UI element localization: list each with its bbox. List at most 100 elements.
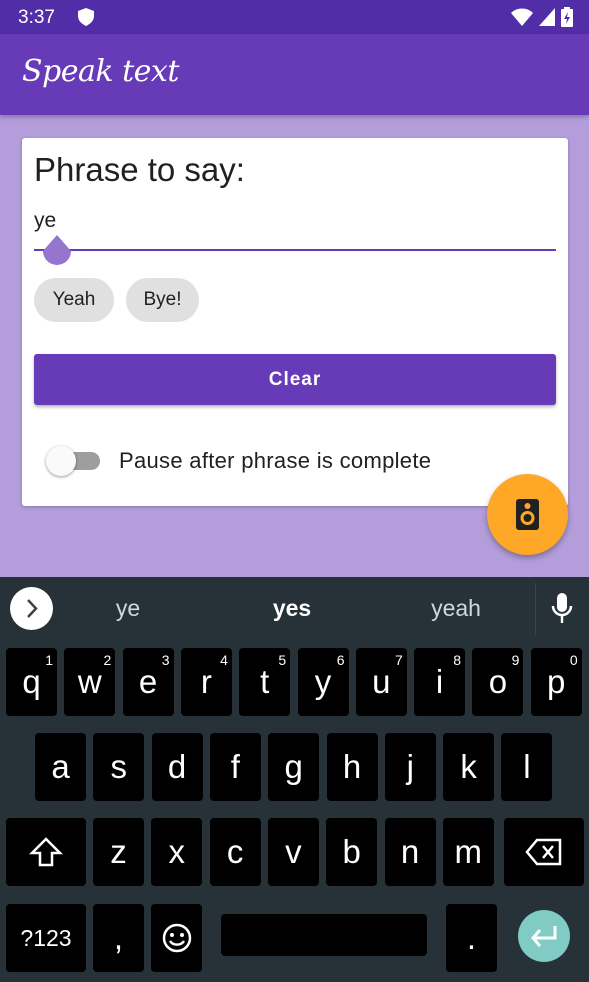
key-e[interactable]: e3: [122, 648, 174, 716]
key-i-label: i: [435, 663, 444, 700]
key-n[interactable]: n: [384, 818, 436, 886]
key-a[interactable]: a: [35, 733, 86, 801]
phrase-input[interactable]: ye: [34, 209, 56, 233]
suggestion-chip-yeah[interactable]: Yeah: [34, 278, 114, 322]
enter-arrow-icon: [531, 926, 557, 947]
key-f-label: f: [230, 748, 240, 785]
key-r[interactable]: r4: [180, 648, 232, 716]
key-r-number-hint: 4: [220, 652, 228, 668]
signal-icon: [539, 8, 555, 26]
clear-button[interactable]: Clear: [34, 354, 556, 405]
key-t-number-hint: 5: [278, 652, 287, 668]
key-q[interactable]: q1: [6, 648, 57, 716]
key-p[interactable]: p0: [530, 648, 582, 716]
key-j[interactable]: j: [384, 733, 436, 801]
key-y[interactable]: y6: [297, 648, 349, 716]
expand-arrow-button[interactable]: [10, 587, 53, 630]
key-p-number-hint: 0: [569, 652, 578, 668]
key-f[interactable]: f: [209, 733, 261, 801]
key-u[interactable]: u7: [355, 648, 407, 716]
key-b[interactable]: b: [326, 818, 378, 886]
key-p-label: p: [547, 663, 566, 700]
backspace-key[interactable]: [504, 818, 584, 886]
pause-toggle[interactable]: [46, 444, 102, 476]
key-b-label: b: [342, 833, 361, 870]
suggestion-ye[interactable]: ye: [68, 595, 188, 622]
key-u-number-hint: 7: [395, 652, 403, 668]
status-bar: 3:37: [0, 0, 589, 34]
enter-key[interactable]: [518, 910, 570, 962]
key-j-label: j: [406, 748, 414, 785]
backspace-icon: [525, 838, 562, 866]
key-n-label: n: [400, 833, 420, 870]
toggle-thumb: [46, 446, 76, 476]
suggestion-yes[interactable]: yes: [232, 595, 352, 622]
key-c[interactable]: c: [209, 818, 261, 886]
key-h-label: h: [342, 748, 362, 785]
key-q-label: q: [22, 663, 41, 700]
key-s-label: s: [110, 748, 128, 785]
key-d-label: d: [167, 748, 187, 785]
emoji-icon: [162, 923, 191, 953]
key-o-label: o: [488, 663, 508, 700]
key-h[interactable]: h: [326, 733, 378, 801]
period-key[interactable]: .: [446, 904, 497, 972]
key-k-label: k: [460, 748, 477, 785]
battery-icon: [561, 7, 573, 27]
microphone-icon[interactable]: [550, 593, 574, 625]
key-l-label: l: [523, 748, 531, 785]
shift-key[interactable]: [6, 818, 86, 886]
app-bar: Speak text: [0, 34, 589, 115]
key-w-label: w: [77, 663, 102, 700]
key-i-number-hint: 8: [453, 652, 462, 668]
suggestion-chip-bye[interactable]: Bye!: [126, 278, 199, 322]
wifi-icon: [511, 8, 533, 26]
shift-icon: [28, 837, 64, 867]
key-y-label: y: [314, 663, 332, 700]
key-x[interactable]: x: [151, 818, 203, 886]
emoji-key[interactable]: [151, 904, 202, 972]
speaker-icon: [516, 499, 539, 530]
key-z[interactable]: z: [93, 818, 144, 886]
key-q-number-hint: 1: [45, 652, 53, 668]
comma-key[interactable]: ,: [93, 904, 144, 972]
text-cursor-handle[interactable]: [41, 235, 73, 271]
suggestion-divider: [535, 583, 536, 635]
key-m[interactable]: m: [442, 818, 494, 886]
key-w[interactable]: w2: [64, 648, 116, 716]
input-underline: [34, 249, 556, 251]
key-a-label: a: [51, 748, 70, 785]
key-g[interactable]: g: [268, 733, 320, 801]
shield-icon: [78, 8, 94, 26]
phrase-card: Phrase to say: ye Yeah Bye! Clear Pause …: [22, 138, 568, 506]
key-m-label: m: [454, 833, 483, 870]
suggestion-yeah[interactable]: yeah: [396, 595, 516, 622]
key-i[interactable]: i8: [414, 648, 466, 716]
status-time: 3:37: [18, 7, 55, 28]
key-u-label: u: [372, 663, 391, 700]
key-o[interactable]: o9: [472, 648, 524, 716]
key-k[interactable]: k: [443, 733, 495, 801]
card-title: Phrase to say:: [34, 151, 245, 188]
key-g-label: g: [284, 748, 303, 785]
symbols-key[interactable]: ?123: [6, 904, 86, 972]
key-c-label: c: [226, 833, 244, 870]
soft-keyboard: ye yes yeah ?123 , . q1w2e3r4t5y6u7i8o9p…: [0, 577, 589, 982]
key-t-label: t: [260, 663, 270, 700]
pause-toggle-label: Pause after phrase is complete: [119, 448, 432, 473]
key-s[interactable]: s: [93, 733, 145, 801]
key-v-label: v: [285, 833, 302, 870]
key-o-number-hint: 9: [511, 652, 520, 668]
key-l[interactable]: l: [501, 733, 553, 801]
key-t[interactable]: t5: [239, 648, 291, 716]
space-key[interactable]: [221, 914, 427, 956]
key-e-number-hint: 3: [161, 652, 170, 668]
speak-fab-button[interactable]: [487, 474, 568, 555]
key-y-number-hint: 6: [336, 652, 345, 668]
key-w-number-hint: 2: [103, 652, 112, 668]
key-d[interactable]: d: [151, 733, 203, 801]
app-title: Speak text: [22, 54, 179, 89]
key-v[interactable]: v: [267, 818, 319, 886]
key-x-label: x: [168, 833, 186, 870]
key-z-label: z: [110, 833, 127, 870]
